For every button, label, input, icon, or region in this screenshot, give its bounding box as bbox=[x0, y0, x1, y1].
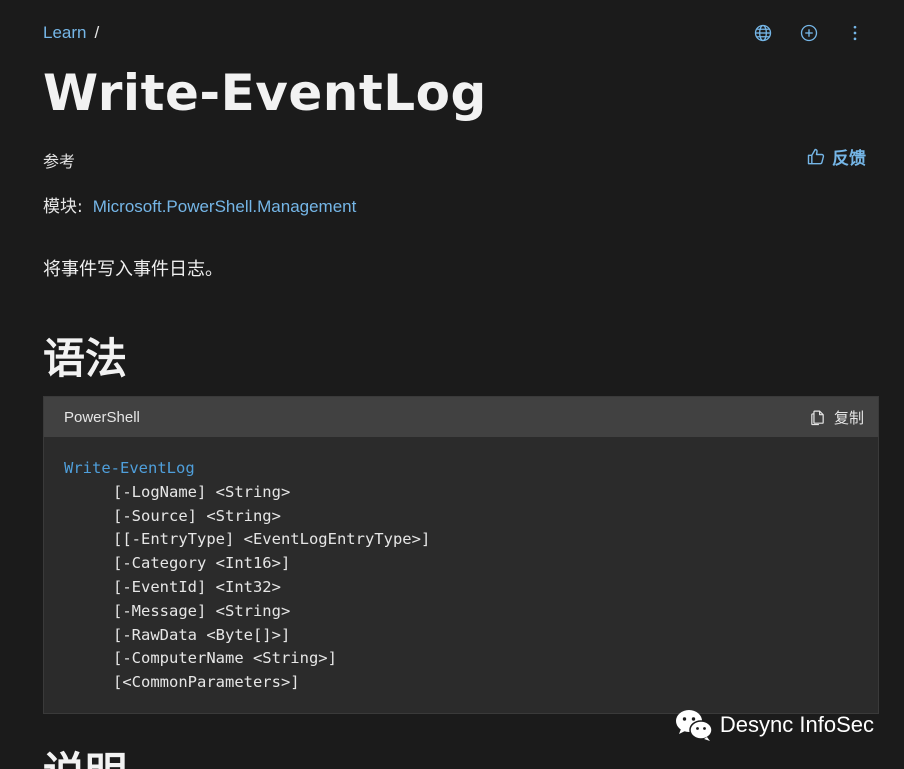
feedback-button[interactable]: 反馈 bbox=[806, 144, 866, 169]
breadcrumb: Learn / bbox=[43, 23, 99, 43]
feedback-label: 反馈 bbox=[832, 149, 866, 169]
watermark-text: Desync InfoSec bbox=[719, 712, 874, 737]
code-param: [-Message] <String> bbox=[113, 601, 291, 620]
module-label: 模块: bbox=[43, 197, 83, 217]
code-param: [-RawData <Byte[]>] bbox=[113, 625, 291, 644]
code-body: Write-EventLog [-LogName] <String> [-Sou… bbox=[44, 437, 878, 695]
module-link[interactable]: Microsoft.PowerShell.Management bbox=[93, 197, 357, 217]
copy-button[interactable]: 复制 bbox=[809, 407, 864, 428]
code-param: [-Source] <String> bbox=[113, 506, 281, 525]
code-param: [-Category <Int16>] bbox=[113, 554, 291, 573]
page-title: Write-EventLog bbox=[43, 64, 487, 122]
syntax-heading: 语法 bbox=[43, 334, 128, 383]
breadcrumb-learn-link[interactable]: Learn bbox=[43, 23, 86, 43]
watermark: Desync InfoSec bbox=[674, 708, 874, 742]
module-line: 模块: Microsoft.PowerShell.Management bbox=[43, 192, 356, 217]
wechat-icon bbox=[675, 710, 713, 741]
code-param: [-LogName] <String> bbox=[113, 482, 291, 501]
code-language-label: PowerShell bbox=[64, 408, 140, 426]
summary-text: 将事件写入事件日志。 bbox=[43, 259, 223, 280]
copy-icon bbox=[811, 410, 824, 425]
reference-label: 参考 bbox=[43, 152, 76, 171]
add-circle-icon[interactable] bbox=[798, 22, 820, 44]
code-param: [<CommonParameters>] bbox=[113, 673, 300, 692]
copy-label: 复制 bbox=[833, 408, 864, 427]
code-header: PowerShell 复制 bbox=[44, 397, 878, 437]
globe-icon[interactable] bbox=[752, 22, 774, 44]
description-heading: 说明 bbox=[43, 752, 127, 769]
breadcrumb-separator: / bbox=[94, 23, 100, 42]
thumbs-up-icon bbox=[807, 148, 825, 164]
top-icons bbox=[752, 22, 866, 44]
more-vertical-icon[interactable] bbox=[844, 22, 866, 44]
code-param: [-EventId] <Int32> bbox=[113, 577, 281, 596]
top-bar: Learn / bbox=[43, 20, 866, 46]
code-command: Write-EventLog bbox=[64, 459, 195, 477]
code-param: [[-EntryType] <EventLogEntryType>] bbox=[113, 530, 431, 549]
code-block: PowerShell 复制 Write-EventLog [-LogName] … bbox=[43, 396, 879, 714]
code-param: [-ComputerName <String>] bbox=[113, 649, 337, 668]
